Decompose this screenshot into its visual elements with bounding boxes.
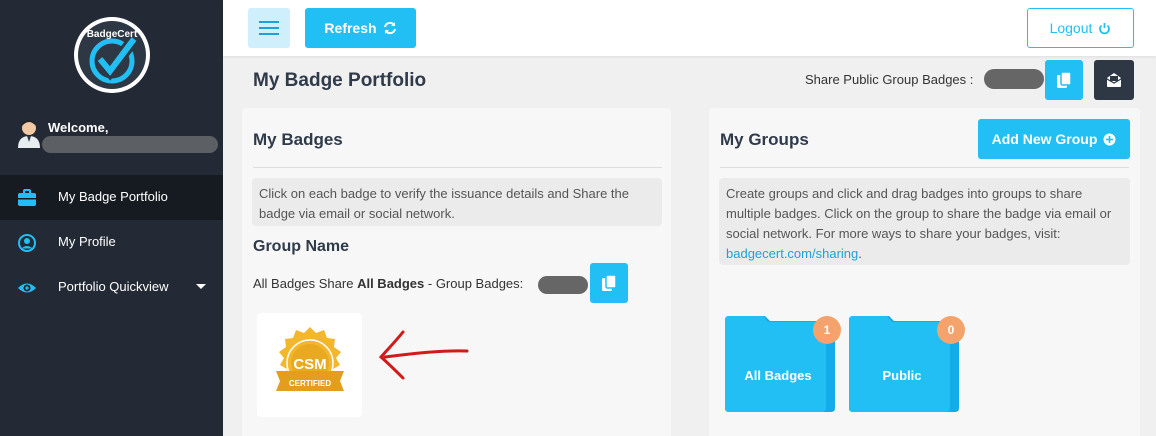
redacted-user-name — [42, 136, 218, 153]
copy-public-link-button[interactable] — [1045, 60, 1083, 100]
power-icon — [1099, 22, 1111, 34]
redacted-group-link — [538, 276, 588, 294]
my-groups-card: My Groups Add New Group Create groups an… — [709, 108, 1140, 436]
my-badges-title: My Badges — [253, 130, 343, 149]
welcome-label: Welcome, — [48, 120, 109, 135]
divider — [720, 167, 1129, 168]
copy-icon — [1057, 71, 1072, 88]
hamburger-icon — [259, 33, 279, 35]
sidebar-item-my-badge-portfolio[interactable]: My Badge Portfolio — [0, 175, 223, 220]
share-suffix: - Group Badges: — [424, 276, 524, 291]
topbar: Refresh Logout — [223, 0, 1156, 56]
logout-button[interactable]: Logout — [1027, 8, 1134, 48]
envelope-open-icon — [1106, 73, 1122, 87]
sharing-link-suffix: . — [858, 246, 862, 261]
group-folder-all-badges[interactable]: All Badges 1 — [725, 316, 841, 412]
my-groups-title: My Groups — [720, 130, 809, 149]
page-title: My Badge Portfolio — [253, 70, 427, 91]
sync-icon — [383, 21, 396, 35]
folder-count-badge: 1 — [813, 316, 841, 344]
plus-circle-icon — [1103, 133, 1116, 145]
folder-label: All Badges — [744, 368, 812, 383]
logo-text: BadgeCert — [87, 29, 138, 40]
sidebar-item-label: My Profile — [58, 234, 116, 249]
my-groups-info-text: Create groups and click and drag badges … — [726, 186, 1112, 241]
badge-main-text: CSM — [293, 356, 326, 373]
annotation-arrow — [375, 320, 475, 385]
badge-tile-csm[interactable]: CSM CERTIFIED — [257, 313, 362, 417]
sidebar-nav: My Badge Portfolio My Profile Portfolio … — [0, 175, 223, 310]
group-share-line: All Badges Share All Badges - Group Badg… — [253, 276, 523, 291]
sharing-link[interactable]: badgecert.com/sharing — [726, 246, 858, 261]
logout-label: Logout — [1049, 20, 1093, 36]
sidebar: BadgeCert Welcome, My Badge Portfolio My… — [0, 0, 223, 436]
hamburger-icon — [259, 21, 279, 23]
share-public-label: Share Public Group Badges : — [805, 72, 974, 87]
chevron-down-icon — [196, 284, 206, 289]
my-badges-card: My Badges Click on each badge to verify … — [242, 108, 671, 436]
briefcase-icon — [17, 188, 37, 208]
sidebar-item-label: My Badge Portfolio — [58, 189, 168, 204]
avatar-icon — [16, 118, 42, 148]
sidebar-item-label: Portfolio Quickview — [58, 279, 169, 294]
share-prefix: All Badges Share — [253, 276, 358, 291]
share-envelope-button[interactable] — [1094, 60, 1134, 100]
folder-label: Public — [882, 368, 922, 383]
refresh-label: Refresh — [324, 20, 377, 36]
my-groups-info: Create groups and click and drag badges … — [719, 178, 1130, 265]
share-group-name: All Badges — [357, 276, 425, 291]
copy-group-link-button[interactable] — [590, 263, 628, 303]
refresh-button[interactable]: Refresh — [305, 8, 416, 48]
redacted-public-link — [984, 69, 1044, 89]
group-folder-public[interactable]: Public 0 — [849, 316, 965, 412]
copy-icon — [602, 274, 617, 291]
hamburger-icon — [259, 27, 279, 29]
welcome-block: Welcome, — [14, 118, 219, 158]
divider — [253, 167, 662, 168]
badgecert-logo[interactable]: BadgeCert — [72, 15, 152, 95]
badge-sub-text: CERTIFIED — [288, 379, 330, 388]
add-new-group-button[interactable]: Add New Group — [978, 119, 1130, 159]
folder-count-badge: 0 — [937, 316, 965, 344]
csm-badge-image: CSM CERTIFIED — [275, 327, 344, 391]
menu-toggle-button[interactable] — [248, 8, 290, 48]
my-badges-info: Click on each badge to verify the issuan… — [252, 178, 662, 226]
sidebar-item-portfolio-quickview[interactable]: Portfolio Quickview — [0, 265, 223, 310]
eye-icon — [17, 278, 37, 298]
user-circle-icon — [17, 233, 37, 253]
add-group-label: Add New Group — [991, 131, 1098, 147]
sidebar-item-my-profile[interactable]: My Profile — [0, 220, 223, 265]
group-name-label: Group Name — [253, 238, 350, 255]
